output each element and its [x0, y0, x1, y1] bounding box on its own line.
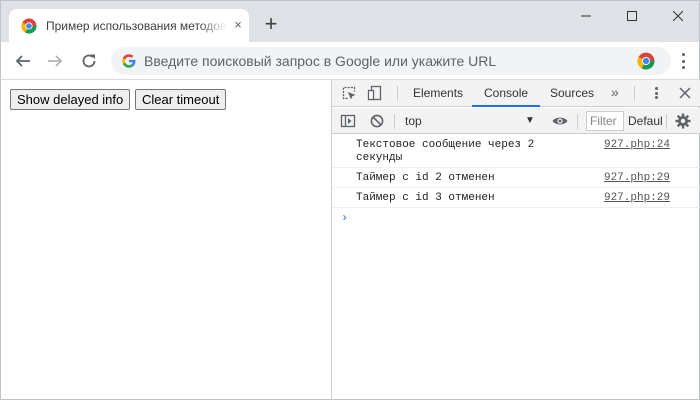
console-messages: Текстовое сообщение через 2 секунды 927.… — [332, 135, 700, 225]
back-button[interactable] — [11, 49, 35, 73]
console-message: Таймер с id 3 отменен 927.php:29 — [332, 188, 700, 208]
devtools-panel: Elements Console Sources » top ▼ Filter … — [331, 80, 700, 400]
tab-close-icon[interactable]: × — [231, 18, 245, 32]
close-icon — [673, 11, 683, 21]
inspect-element-icon[interactable] — [341, 85, 357, 101]
devtools-close-icon[interactable] — [677, 85, 693, 101]
tab-elements[interactable]: Elements — [413, 80, 463, 107]
address-bar[interactable]: Введите поисковый запрос в Google или ук… — [111, 47, 671, 75]
console-message: Текстовое сообщение через 2 секунды 927.… — [332, 135, 700, 168]
show-sidebar-icon[interactable] — [340, 113, 356, 129]
chrome-extension-icon[interactable] — [637, 52, 655, 70]
browser-menu-icon[interactable] — [675, 51, 691, 71]
maximize-button[interactable] — [609, 1, 655, 31]
show-delayed-info-button[interactable]: Show delayed info — [10, 89, 131, 110]
live-expression-eye-icon[interactable] — [552, 113, 568, 129]
tab-sources[interactable]: Sources — [550, 80, 594, 107]
new-tab-button[interactable]: + — [259, 13, 283, 37]
minimize-button[interactable] — [563, 1, 609, 31]
console-toolbar: top ▼ Filter Default levels — [332, 108, 700, 134]
browser-tab[interactable]: Пример использования методов × — [9, 9, 249, 43]
close-window-button[interactable] — [655, 1, 700, 31]
reload-button[interactable] — [77, 49, 101, 73]
devtools-tab-bar: Elements Console Sources » — [332, 80, 700, 107]
more-tabs-icon[interactable]: » — [611, 84, 619, 100]
title-bar: Пример использования методов × + — [0, 0, 700, 43]
console-settings-gear-icon[interactable] — [675, 113, 691, 129]
console-message-source-link[interactable]: 927.php:24 — [604, 139, 670, 152]
clear-console-icon[interactable] — [369, 113, 385, 129]
minimize-icon — [581, 15, 591, 17]
console-message-source-link[interactable]: 927.php:29 — [604, 192, 670, 205]
google-g-icon — [122, 54, 136, 68]
arrow-back-icon — [15, 55, 30, 67]
browser-toolbar: Введите поисковый запрос в Google или ук… — [0, 42, 700, 80]
console-message-text: Текстовое сообщение через 2 секунды — [356, 139, 541, 164]
arrow-forward-icon — [48, 55, 63, 67]
chrome-favicon-icon — [21, 18, 37, 34]
context-dropdown-icon[interactable]: ▼ — [525, 111, 535, 131]
forward-button[interactable] — [43, 49, 67, 73]
log-levels-dropdown[interactable]: Default levels — [628, 111, 662, 131]
maximize-icon — [627, 11, 637, 21]
console-filter-input[interactable]: Filter — [586, 111, 624, 131]
tab-console[interactable]: Console — [472, 80, 541, 107]
javascript-context-select[interactable]: top — [405, 111, 535, 131]
console-message: Таймер с id 2 отменен 927.php:29 — [332, 168, 700, 188]
console-prompt-icon[interactable]: › — [341, 211, 348, 225]
clear-timeout-button[interactable]: Clear timeout — [135, 89, 227, 110]
reload-icon — [82, 54, 96, 68]
console-message-text: Таймер с id 2 отменен — [356, 172, 495, 184]
devtools-menu-icon[interactable] — [648, 85, 664, 101]
console-message-text: Таймер с id 3 отменен — [356, 192, 495, 204]
page-viewport: Show delayed info Clear timeout — [0, 80, 332, 400]
console-message-source-link[interactable]: 927.php:29 — [604, 172, 670, 185]
address-bar-placeholder: Введите поисковый запрос в Google или ук… — [144, 53, 497, 69]
device-toolbar-icon[interactable] — [367, 85, 383, 101]
